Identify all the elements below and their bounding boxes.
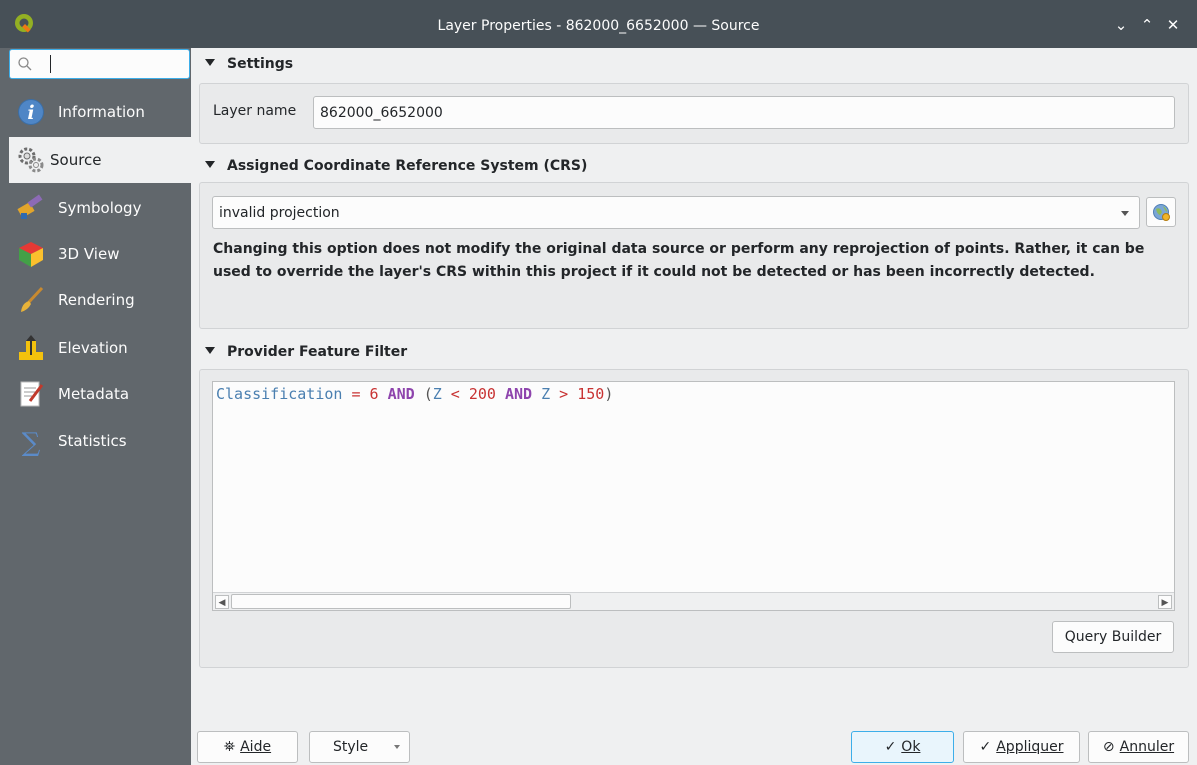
style-button[interactable]: Style	[309, 731, 410, 763]
window-title: Layer Properties - 862000_6652000 — Sour…	[437, 18, 760, 34]
sidebar-search-input[interactable]	[9, 49, 190, 79]
expression-token: 6	[369, 385, 379, 403]
crs-select[interactable]: invalid projection	[212, 196, 1140, 229]
collapse-triangle-icon	[205, 346, 215, 354]
close-button[interactable]: ✕	[1162, 14, 1184, 36]
sidebar-item-label: 3D View	[58, 245, 120, 263]
expression-token: (	[423, 385, 433, 403]
title-bar: Layer Properties - 862000_6652000 — Sour…	[0, 0, 1197, 48]
ok-button[interactable]: ✓ Ok	[851, 731, 954, 763]
help-icon: ⛯	[223, 739, 236, 755]
check-icon: ✓	[884, 739, 897, 755]
sidebar-item-information[interactable]: i Information	[9, 89, 191, 135]
filter-expression-editor[interactable]: Classification = 6 AND (Z < 200 AND Z > …	[212, 381, 1175, 611]
layer-name-label: Layer name	[213, 103, 297, 119]
sidebar-item-source[interactable]: Source	[9, 137, 191, 183]
maximize-button[interactable]: ⌃	[1136, 14, 1158, 36]
horizontal-scrollbar[interactable]: ◀ ▶	[213, 592, 1174, 610]
sidebar-item-metadata[interactable]: Metadata	[9, 371, 191, 417]
collapse-triangle-icon	[205, 58, 215, 66]
sidebar-item-label: Statistics	[58, 432, 127, 450]
crs-info-text: Changing this option does not modify the…	[213, 241, 1145, 280]
collapse-triangle-icon	[205, 160, 215, 168]
sidebar-item-symbology[interactable]: Symbology	[9, 185, 191, 231]
chevron-down-icon	[1121, 211, 1129, 216]
sidebar-item-label: Information	[58, 103, 145, 121]
expression-token: 150	[577, 385, 605, 403]
elevation-icon	[19, 335, 43, 360]
sidebar-item-label: Metadata	[58, 385, 130, 403]
statistics-icon: ∑	[22, 428, 41, 456]
layer-name-input[interactable]: 862000_6652000	[313, 96, 1175, 129]
sidebar-item-label: Source	[50, 151, 102, 169]
sidebar-item-label: Elevation	[58, 339, 128, 357]
expression-token: AND	[378, 385, 424, 403]
chevron-down-icon	[394, 745, 400, 749]
sidebar-item-label: Symbology	[58, 199, 142, 217]
search-icon	[18, 57, 32, 71]
minimize-button[interactable]: ⌄	[1110, 14, 1132, 36]
svg-text:i: i	[27, 102, 34, 124]
expression-token: >	[550, 385, 578, 403]
check-icon: ✓	[979, 739, 992, 755]
3d-view-icon	[19, 242, 43, 267]
rendering-icon	[21, 286, 44, 312]
filter-header[interactable]: Provider Feature Filter	[205, 344, 407, 360]
crs-select-value: invalid projection	[219, 205, 340, 221]
expression-token: <	[441, 385, 469, 403]
filter-expression: Classification = 6 AND (Z < 200 AND Z > …	[216, 385, 613, 403]
expression-token: AND	[495, 385, 542, 403]
sidebar-item-label: Rendering	[58, 291, 135, 309]
sidebar-item-statistics[interactable]: ∑ Statistics	[9, 418, 191, 464]
metadata-icon	[20, 381, 44, 407]
sidebar-item-rendering[interactable]: Rendering	[9, 277, 191, 323]
information-icon: i	[18, 99, 44, 125]
text-caret	[50, 55, 51, 73]
settings-header[interactable]: Settings	[205, 56, 293, 72]
expression-token: =	[342, 385, 370, 403]
cancel-button[interactable]: ⊘ Annuler	[1088, 731, 1189, 763]
apply-button[interactable]: ✓ Appliquer	[963, 731, 1080, 763]
query-builder-button[interactable]: Query Builder	[1052, 621, 1174, 653]
scroll-left-icon[interactable]: ◀	[215, 595, 229, 609]
help-button[interactable]: ⛯ Aide	[197, 731, 298, 763]
crs-header[interactable]: Assigned Coordinate Reference System (CR…	[205, 158, 587, 174]
sidebar-item-3d-view[interactable]: 3D View	[9, 231, 191, 277]
globe-icon	[1153, 204, 1170, 221]
expression-token: Z	[432, 385, 442, 403]
svg-text:∑: ∑	[22, 428, 41, 456]
cancel-icon: ⊘	[1102, 739, 1115, 755]
expression-token: 200	[468, 385, 496, 403]
source-icon	[18, 147, 44, 173]
scroll-right-icon[interactable]: ▶	[1158, 595, 1172, 609]
symbology-icon	[17, 194, 43, 219]
expression-token: )	[604, 385, 614, 403]
expression-token: Z	[541, 385, 551, 403]
scrollbar-thumb[interactable]	[231, 594, 571, 609]
sidebar-item-elevation[interactable]: Elevation	[9, 325, 191, 371]
expression-token: Classification	[216, 385, 343, 403]
select-crs-button[interactable]	[1146, 197, 1176, 227]
